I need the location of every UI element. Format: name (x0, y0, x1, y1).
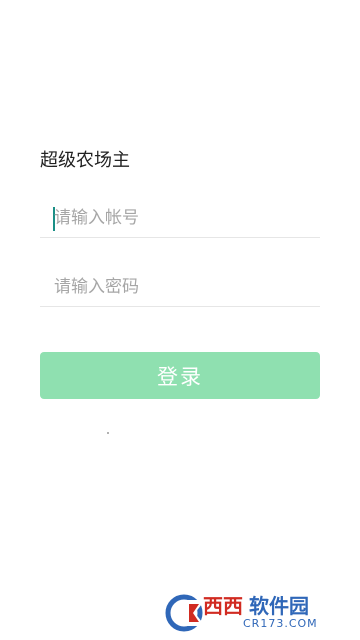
watermark-url: CR173.COM (243, 617, 318, 630)
watermark-brand-name: 西西 (203, 594, 243, 618)
watermark-text: 西西 软件园 CR173.COM (203, 590, 318, 636)
watermark-brand: 西西 软件园 (203, 595, 318, 617)
login-screen: 超级农场主 登录 西西软件园 CR173.COM (0, 0, 360, 640)
password-field[interactable] (40, 268, 320, 307)
decorative-dot (107, 432, 109, 434)
app-title: 超级农场主 (40, 150, 130, 171)
watermark: 西西 软件园 CR173.COM (165, 590, 350, 636)
account-field[interactable] (40, 199, 320, 238)
login-button[interactable]: 登录 (40, 352, 320, 399)
account-input[interactable] (40, 199, 320, 237)
cr173-logo-icon (165, 594, 205, 632)
watermark-site-name: 软件园 (249, 594, 309, 618)
password-input[interactable] (40, 268, 320, 306)
